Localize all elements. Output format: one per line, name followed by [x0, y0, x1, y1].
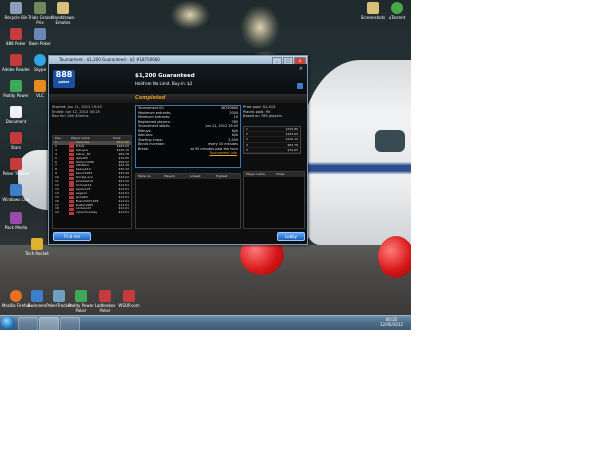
document-icon	[10, 106, 22, 118]
country-flag-icon	[68, 145, 74, 149]
desktop-icon-winlive[interactable]: Windows Live	[1, 184, 31, 202]
888-logo: 888 poker	[53, 70, 75, 88]
start-button[interactable]	[1, 316, 15, 330]
country-flag-icon	[68, 204, 74, 207]
boat-image	[300, 60, 411, 245]
help-icon[interactable]	[297, 83, 303, 89]
firefox-icon	[10, 290, 22, 302]
country-flag-icon	[68, 192, 74, 196]
country-flag-icon	[68, 157, 74, 161]
tournament-status: Completed	[135, 95, 166, 101]
tournament-info-panel: Tournament ID: 38750660 Maximum entrants:…	[135, 105, 241, 168]
duration-text: Ran for: 04h 40mins	[52, 114, 89, 119]
country-flag-icon	[68, 211, 74, 215]
bwin-icon	[34, 28, 46, 40]
desktop-icon-pokertracker[interactable]: Poker Tracker	[1, 158, 31, 176]
header-players[interactable]: Players	[162, 174, 188, 179]
taskbar-poker-button[interactable]	[39, 317, 59, 330]
header-table-no[interactable]: Table no.	[136, 174, 162, 179]
ladbrokes-icon	[99, 290, 111, 302]
header-highest[interactable]: Highest	[214, 174, 240, 179]
country-flag-icon	[68, 153, 74, 157]
taskbar: 00:35 12/06/2012	[0, 315, 411, 330]
window-title: Tournament - $1,200 Guaranteed - $2 #187…	[59, 57, 160, 62]
desktop-icon-utorrent[interactable]: uTorrent	[382, 2, 411, 20]
tournament-info-link[interactable]: Tournament info	[136, 151, 240, 156]
country-flag-icon	[68, 164, 74, 168]
trials-icon	[34, 2, 46, 14]
stars-icon	[10, 132, 22, 144]
utorrent-icon	[391, 2, 403, 14]
system-clock[interactable]: 00:35 12/06/2012	[380, 317, 403, 327]
skype-icon	[34, 54, 46, 66]
desktop-icon-wsop[interactable]: WSOP.com	[114, 290, 144, 308]
paddy-poker-icon	[75, 290, 87, 302]
tables-list-header: Table no. Players Lowest Highest	[136, 174, 240, 179]
vlc-icon	[34, 80, 46, 92]
window-titlebar[interactable]: Tournament - $1,200 Guaranteed - $2 #187…	[49, 56, 307, 65]
desktop-icon-emotes[interactable]: Handdrawn Emotes	[48, 2, 78, 25]
clock-date: 12/06/2012	[379, 322, 403, 327]
adobe-icon	[10, 54, 22, 66]
country-flag-icon	[68, 184, 74, 188]
prize-row: 5 $70.65	[244, 147, 300, 154]
country-flag-icon	[68, 207, 74, 211]
poker-icon	[10, 28, 22, 40]
prize-table[interactable]: 1 $310.86 2 $183.69 3 $120.10 4 $84.78 5 $70.…	[243, 126, 301, 155]
close-x-icon[interactable]: ×	[299, 66, 303, 72]
player-chips-list[interactable]: Player name Chips	[243, 171, 305, 229]
country-flag-icon	[68, 161, 74, 165]
country-flag-icon	[68, 196, 74, 200]
pokertracker-icon	[10, 158, 22, 170]
tournament-header: 888 poker $1,200 Guaranteed Hold'em No L…	[49, 64, 307, 94]
country-flag-icon	[68, 172, 74, 176]
find-me-button[interactable]: Find me	[53, 232, 91, 241]
tracker-icon	[53, 290, 65, 302]
folder-icon	[57, 2, 69, 14]
based-on-text: Based on 785 players	[243, 114, 282, 119]
header-chips-player-name[interactable]: Player name	[244, 172, 274, 177]
desktop-icon-stars[interactable]: Stars	[1, 132, 31, 150]
player-row[interactable]: 19 cyberrmonkey $12.01	[53, 210, 131, 215]
windows-live-icon	[10, 184, 22, 196]
desktop-icon-document[interactable]: Document	[1, 106, 31, 124]
rocket-icon	[31, 238, 43, 250]
header-lowest[interactable]: Lowest	[188, 174, 214, 179]
country-flag-icon	[68, 180, 74, 184]
chips-list-header: Player name Chips	[244, 172, 304, 177]
status-bar: Completed	[49, 94, 307, 103]
folder-icon	[367, 2, 379, 14]
schedule-info: Started: Jun 11, 2012 19:45 Ended: Jun 1…	[52, 105, 132, 119]
country-flag-icon	[68, 168, 74, 172]
tournament-window: Tournament - $1,200 Guaranteed - $2 #187…	[48, 55, 308, 245]
paddy-icon	[10, 80, 22, 92]
header-chips[interactable]: Chips	[274, 172, 304, 177]
wsop-icon	[123, 290, 135, 302]
country-flag-icon	[68, 188, 74, 192]
country-flag-icon	[68, 141, 74, 145]
players-list[interactable]: Pos... Player name Prize 1 cleanhoe $310.8…	[52, 135, 132, 229]
bwinners-icon	[31, 290, 43, 302]
desktop-icon-bwin[interactable]: Bwin Poker	[25, 28, 55, 46]
recycle-bin-icon	[10, 2, 22, 14]
taskbar-app-button[interactable]	[60, 317, 80, 330]
tournament-name: $1,200 Guaranteed	[135, 73, 195, 79]
tables-list[interactable]: Table no. Players Lowest Highest	[135, 173, 241, 229]
country-flag-icon	[68, 149, 74, 153]
lobby-button[interactable]: Lobby	[277, 232, 305, 241]
country-flag-icon	[68, 176, 74, 180]
buoy-image-right	[378, 236, 411, 278]
media-icon	[10, 212, 22, 224]
prize-summary: Prize pool: $1,413 Places paid: 90 Based…	[243, 105, 303, 119]
tournament-subtitle: Hold'em No Limit. Buy-in: $2	[135, 81, 193, 86]
country-flag-icon	[68, 200, 74, 204]
taskbar-explorer-button[interactable]	[18, 317, 38, 330]
desktop-icon-packmedia[interactable]: Pack Media	[1, 212, 31, 230]
